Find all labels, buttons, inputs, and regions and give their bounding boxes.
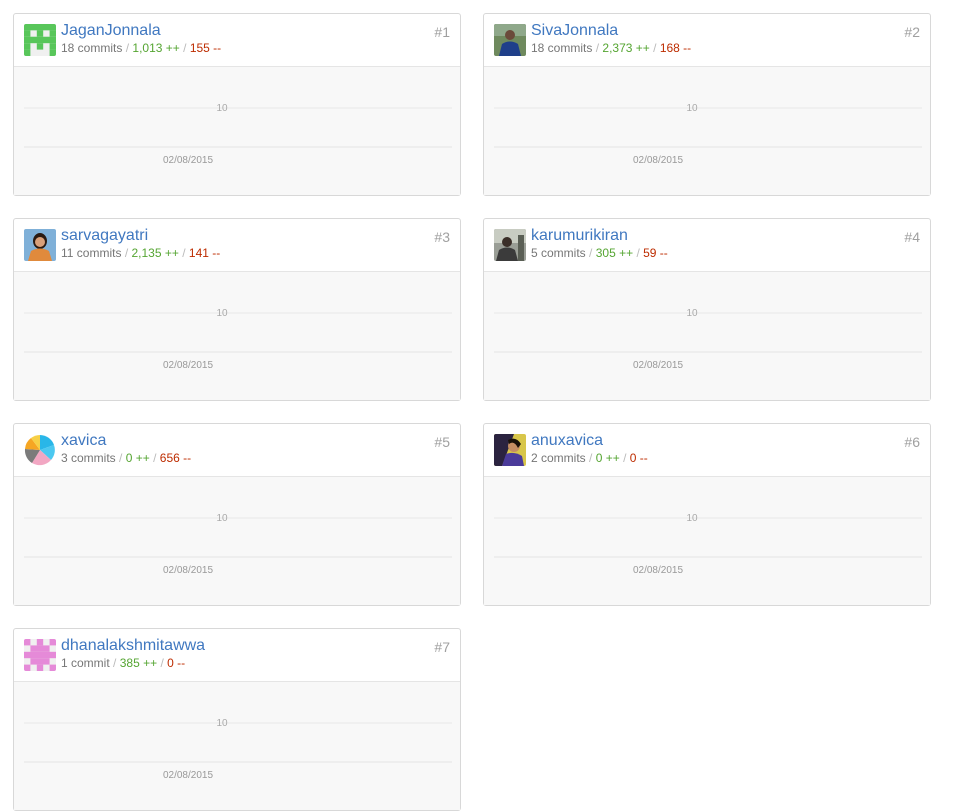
- contributor-stats: 1 commit / 385 ++ / 0 --: [61, 656, 185, 670]
- contributor-header: JaganJonnala 18 commits / 1,013 ++ / 155…: [14, 14, 460, 67]
- contributor-name-link[interactable]: xavica: [61, 432, 106, 450]
- contributor-header: karumurikiran 5 commits / 305 ++ / 59 --…: [484, 219, 930, 272]
- contributor-card: sarvagayatri 11 commits / 2,135 ++ / 141…: [13, 218, 461, 401]
- additions-count: 1,013 ++: [132, 41, 180, 55]
- deletions-count: 155 --: [189, 41, 222, 55]
- contributor-rank: #7: [434, 639, 450, 655]
- additions-count: 305 ++: [595, 246, 634, 260]
- commit-count-link[interactable]: 3 commits: [61, 451, 116, 465]
- deletions-count: 656 --: [159, 451, 192, 465]
- separator: /: [160, 656, 164, 670]
- y-tick-label: 10: [216, 103, 228, 114]
- x-tick-label: 02/08/2015: [163, 565, 213, 576]
- contributor-card: dhanalakshmitawwa 1 commit / 385 ++ / 0 …: [13, 628, 461, 811]
- commit-count-link[interactable]: 2 commits: [531, 451, 586, 465]
- separator: /: [183, 41, 187, 55]
- commit-activity-chart: 10 02/08/2015: [14, 477, 460, 605]
- contributor-card: anuxavica 2 commits / 0 ++ / 0 -- #6 10 …: [483, 423, 931, 606]
- separator: /: [119, 451, 123, 465]
- user-photo-icon[interactable]: [494, 24, 526, 56]
- commit-activity-chart: 10 02/08/2015: [484, 272, 930, 400]
- x-tick-label: 02/08/2015: [163, 155, 213, 166]
- contributor-card: karumurikiran 5 commits / 305 ++ / 59 --…: [483, 218, 931, 401]
- contributor-header: dhanalakshmitawwa 1 commit / 385 ++ / 0 …: [14, 629, 460, 682]
- contributor-stats: 2 commits / 0 ++ / 0 --: [531, 451, 648, 465]
- contributor-name-link[interactable]: dhanalakshmitawwa: [61, 637, 205, 655]
- y-tick-label: 10: [216, 718, 228, 729]
- additions-count: 0 ++: [125, 451, 150, 465]
- separator: /: [623, 451, 627, 465]
- deletions-count: 59 --: [643, 246, 668, 260]
- contributor-rank: #1: [434, 24, 450, 40]
- contributor-header: anuxavica 2 commits / 0 ++ / 0 -- #6: [484, 424, 930, 477]
- deletions-count: 0 --: [629, 451, 648, 465]
- commit-count-link[interactable]: 18 commits: [531, 41, 592, 55]
- separator: /: [124, 246, 129, 260]
- separator: /: [589, 246, 593, 260]
- contributor-header: sarvagayatri 11 commits / 2,135 ++ / 141…: [14, 219, 460, 272]
- contributor-header: xavica 3 commits / 0 ++ / 656 -- #5: [14, 424, 460, 477]
- separator: /: [595, 41, 600, 55]
- commit-activity-chart: 10 02/08/2015: [14, 682, 460, 810]
- contributor-name-link[interactable]: anuxavica: [531, 432, 603, 450]
- contributor-rank: #3: [434, 229, 450, 245]
- additions-count: 2,373 ++: [602, 41, 650, 55]
- separator: /: [589, 451, 593, 465]
- separator: /: [182, 246, 186, 260]
- y-tick-label: 10: [686, 308, 698, 319]
- x-tick-label: 02/08/2015: [633, 565, 683, 576]
- y-tick-label: 10: [216, 513, 228, 524]
- contributor-stats: 5 commits / 305 ++ / 59 --: [531, 246, 668, 260]
- commit-count-link[interactable]: 5 commits: [531, 246, 586, 260]
- user-photo-icon[interactable]: [494, 229, 526, 261]
- commit-activity-chart: 10 02/08/2015: [484, 477, 930, 605]
- contributor-stats: 18 commits / 2,373 ++ / 168 --: [531, 41, 691, 55]
- identicon-pink-icon[interactable]: [24, 639, 56, 671]
- contributor-name-link[interactable]: JaganJonnala: [61, 22, 161, 40]
- x-tick-label: 02/08/2015: [163, 360, 213, 371]
- commit-activity-chart: 10 02/08/2015: [14, 67, 460, 195]
- separator: /: [125, 41, 130, 55]
- commit-activity-chart: 10 02/08/2015: [484, 67, 930, 195]
- user-photo-icon[interactable]: [24, 229, 56, 261]
- commit-activity-chart: 10 02/08/2015: [14, 272, 460, 400]
- contributor-rank: #5: [434, 434, 450, 450]
- user-photo-icon[interactable]: [494, 434, 526, 466]
- contributor-card: JaganJonnala 18 commits / 1,013 ++ / 155…: [13, 13, 461, 196]
- y-tick-label: 10: [686, 103, 698, 114]
- contributor-card: SivaJonnala 18 commits / 2,373 ++ / 168 …: [483, 13, 931, 196]
- separator: /: [153, 451, 157, 465]
- x-tick-label: 02/08/2015: [163, 770, 213, 781]
- commit-count-link[interactable]: 1 commit: [61, 656, 110, 670]
- contributor-rank: #4: [904, 229, 920, 245]
- separator: /: [636, 246, 640, 260]
- additions-count: 0 ++: [595, 451, 620, 465]
- separator: /: [653, 41, 657, 55]
- contributor-stats: 3 commits / 0 ++ / 656 --: [61, 451, 191, 465]
- contributor-rank: #6: [904, 434, 920, 450]
- contributor-name-link[interactable]: SivaJonnala: [531, 22, 618, 40]
- contributor-stats: 11 commits / 2,135 ++ / 141 --: [61, 246, 220, 260]
- separator: /: [113, 656, 117, 670]
- y-tick-label: 10: [686, 513, 698, 524]
- contributor-stats: 18 commits / 1,013 ++ / 155 --: [61, 41, 221, 55]
- contributor-rank: #2: [904, 24, 920, 40]
- identicon-green-icon[interactable]: [24, 24, 56, 56]
- commit-count-link[interactable]: 18 commits: [61, 41, 122, 55]
- y-tick-label: 10: [216, 308, 228, 319]
- deletions-count: 168 --: [659, 41, 692, 55]
- additions-count: 2,135 ++: [131, 246, 179, 260]
- contributor-card: xavica 3 commits / 0 ++ / 656 -- #5 10 0…: [13, 423, 461, 606]
- contributor-name-link[interactable]: sarvagayatri: [61, 227, 148, 245]
- deletions-count: 0 --: [167, 656, 186, 670]
- x-tick-label: 02/08/2015: [633, 360, 683, 371]
- pie-logo-icon[interactable]: [24, 434, 56, 466]
- deletions-count: 141 --: [188, 246, 221, 260]
- commit-count-link[interactable]: 11 commits: [61, 246, 121, 260]
- additions-count: 385 ++: [119, 656, 158, 670]
- contributor-name-link[interactable]: karumurikiran: [531, 227, 628, 245]
- contributor-header: SivaJonnala 18 commits / 2,373 ++ / 168 …: [484, 14, 930, 67]
- x-tick-label: 02/08/2015: [633, 155, 683, 166]
